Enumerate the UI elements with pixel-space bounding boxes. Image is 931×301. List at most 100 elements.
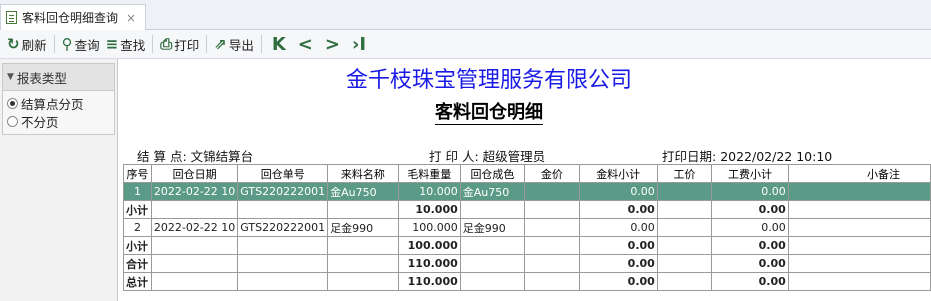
export-button[interactable]: ⇗ 导出 — [211, 33, 257, 55]
refresh-label: 刷新 — [21, 37, 47, 53]
next-page-icon[interactable]: > — [325, 34, 340, 55]
table-cell: 合计 — [123, 254, 152, 273]
printer-label: 打 印 人: — [429, 149, 479, 164]
table-cell — [787, 200, 931, 219]
table-cell: 0.00 — [578, 236, 658, 255]
table-cell: 0.00 — [578, 272, 658, 291]
table-cell — [459, 236, 526, 255]
table-cell: 2022-02-22 10 — [150, 218, 239, 237]
settle-point: 结 算 点: 文锦结算台 — [137, 146, 253, 165]
prev-page-icon[interactable]: < — [298, 34, 313, 55]
toolbar-divider — [260, 35, 262, 53]
table-cell — [656, 200, 713, 219]
search-icon: ⚲ — [61, 35, 73, 53]
option-no-paging[interactable]: 不分页 — [7, 112, 110, 130]
option-label: 结算点分页 — [21, 96, 84, 112]
query-button[interactable]: ⚲ 查询 — [59, 33, 103, 55]
column-header[interactable]: 小备注 — [787, 164, 931, 183]
column-header[interactable]: 回仓成色 — [459, 164, 526, 183]
column-header[interactable]: 工价 — [656, 164, 713, 183]
toolbar-divider — [53, 35, 55, 53]
table-cell — [656, 254, 713, 273]
toolbar-divider — [206, 35, 208, 53]
table-cell — [524, 254, 580, 273]
table-cell — [237, 272, 329, 291]
table-cell: 100.000 — [397, 236, 461, 255]
table-cell: 0.00 — [711, 236, 789, 255]
table-body: 1 2022-02-22 10 GTS220222001 金Au750 10.000 金A… — [123, 182, 931, 291]
table-cell — [524, 236, 580, 255]
table-cell: 总计 — [123, 272, 152, 291]
column-header[interactable]: 回仓单号 — [237, 164, 329, 183]
report-title: 客料回仓明细 — [119, 98, 859, 125]
export-label: 导出 — [228, 37, 254, 53]
report-type-panel-header[interactable]: ▼ 报表类型 — [2, 63, 115, 91]
table-cell: 金Au750 — [459, 182, 526, 201]
table-row[interactable]: 1 2022-02-22 10 GTS220222001 金Au750 10.000 金A… — [123, 182, 931, 201]
table-cell: 0.00 — [578, 218, 658, 237]
find-label: 查找 — [120, 37, 146, 53]
table-cell: 足金990 — [327, 218, 399, 237]
toolbar-divider — [152, 35, 154, 53]
column-header[interactable]: 序号 — [123, 164, 152, 183]
table-cell: 0.00 — [578, 182, 658, 201]
sidebar: ▼ 报表类型 结算点分页 不分页 — [0, 59, 118, 301]
refresh-button[interactable]: ↻ 刷新 — [4, 33, 50, 55]
table-cell: GTS220222001 — [237, 182, 329, 201]
table-cell: 0.00 — [711, 254, 789, 273]
find-button[interactable]: ≡ 查找 — [103, 33, 149, 55]
printer: 打 印 人: 超级管理员 — [429, 146, 545, 165]
summary-row[interactable]: 小计 10.000 0.00 0.00 — [123, 200, 931, 219]
table-cell: 2022-02-22 10 — [150, 182, 239, 201]
table-cell: GTS220222001 — [237, 218, 329, 237]
table-cell — [656, 236, 713, 255]
close-icon[interactable]: × — [126, 11, 136, 25]
tab-report-query[interactable]: 客料回仓明细查询 × — [0, 4, 146, 30]
column-header[interactable]: 工费小计 — [711, 164, 789, 183]
column-header[interactable]: 金价 — [524, 164, 580, 183]
table-cell: 0.00 — [578, 254, 658, 273]
option-paged-by-settle-point[interactable]: 结算点分页 — [7, 94, 110, 112]
caret-down-icon: ▼ — [7, 72, 14, 82]
company-name: 金千枝珠宝管理服务有限公司 — [345, 68, 632, 93]
column-header[interactable]: 来料名称 — [327, 164, 399, 183]
print-date: 打印日期: 2022/02/22 10:10 — [662, 146, 832, 165]
table-cell: 10.000 — [397, 182, 461, 201]
table-cell — [237, 236, 329, 255]
table-cell — [150, 272, 239, 291]
table-cell — [150, 236, 239, 255]
table-cell — [656, 182, 713, 201]
print-date-value: 2022/02/22 10:10 — [720, 149, 833, 164]
table-cell — [787, 254, 931, 273]
refresh-icon: ↻ — [7, 35, 20, 53]
document-icon — [6, 11, 17, 24]
summary-row[interactable]: 总计 110.000 0.00 0.00 — [123, 272, 931, 291]
summary-row[interactable]: 合计 110.000 0.00 0.00 — [123, 254, 931, 273]
table-cell: 10.000 — [397, 200, 461, 219]
table-cell — [459, 272, 526, 291]
print-label: 打印 — [174, 37, 200, 53]
table-cell: 0.00 — [711, 218, 789, 237]
table-cell: 110.000 — [397, 254, 461, 273]
table-cell — [459, 254, 526, 273]
query-label: 查询 — [74, 37, 100, 53]
column-header[interactable]: 毛料重量 — [397, 164, 461, 183]
column-header[interactable]: 金料小计 — [578, 164, 658, 183]
last-page-icon[interactable]: ›I — [352, 34, 366, 55]
table-header-row: 序号 回仓日期 回仓单号 来料名称 毛料重量 回仓成色 金价 金料小计 工价 工… — [123, 164, 931, 183]
first-page-icon[interactable]: K — [272, 34, 286, 55]
column-header[interactable]: 回仓日期 — [150, 164, 239, 183]
table-cell: 1 — [123, 182, 152, 201]
table-cell — [656, 218, 713, 237]
table-cell — [524, 272, 580, 291]
radio-icon[interactable] — [7, 115, 18, 127]
toolbar: ↻ 刷新 ⚲ 查询 ≡ 查找 ⎙ 打印 ⇗ 导出 K < > ›I — [0, 30, 931, 59]
report-area: 金千枝珠宝管理服务有限公司 客料回仓明细 结 算 点: 文锦结算台 打 印 人:… — [119, 59, 931, 301]
print-button[interactable]: ⎙ 打印 — [157, 33, 202, 55]
detail-table: 序号 回仓日期 回仓单号 来料名称 毛料重量 回仓成色 金价 金料小计 工价 工… — [123, 164, 931, 291]
table-row[interactable]: 2 2022-02-22 10 GTS220222001 足金990 100.000 足金… — [123, 218, 931, 237]
summary-row[interactable]: 小计 100.000 0.00 0.00 — [123, 236, 931, 255]
table-cell — [787, 182, 931, 201]
table-cell — [787, 236, 931, 255]
radio-selected-icon[interactable] — [7, 97, 18, 109]
